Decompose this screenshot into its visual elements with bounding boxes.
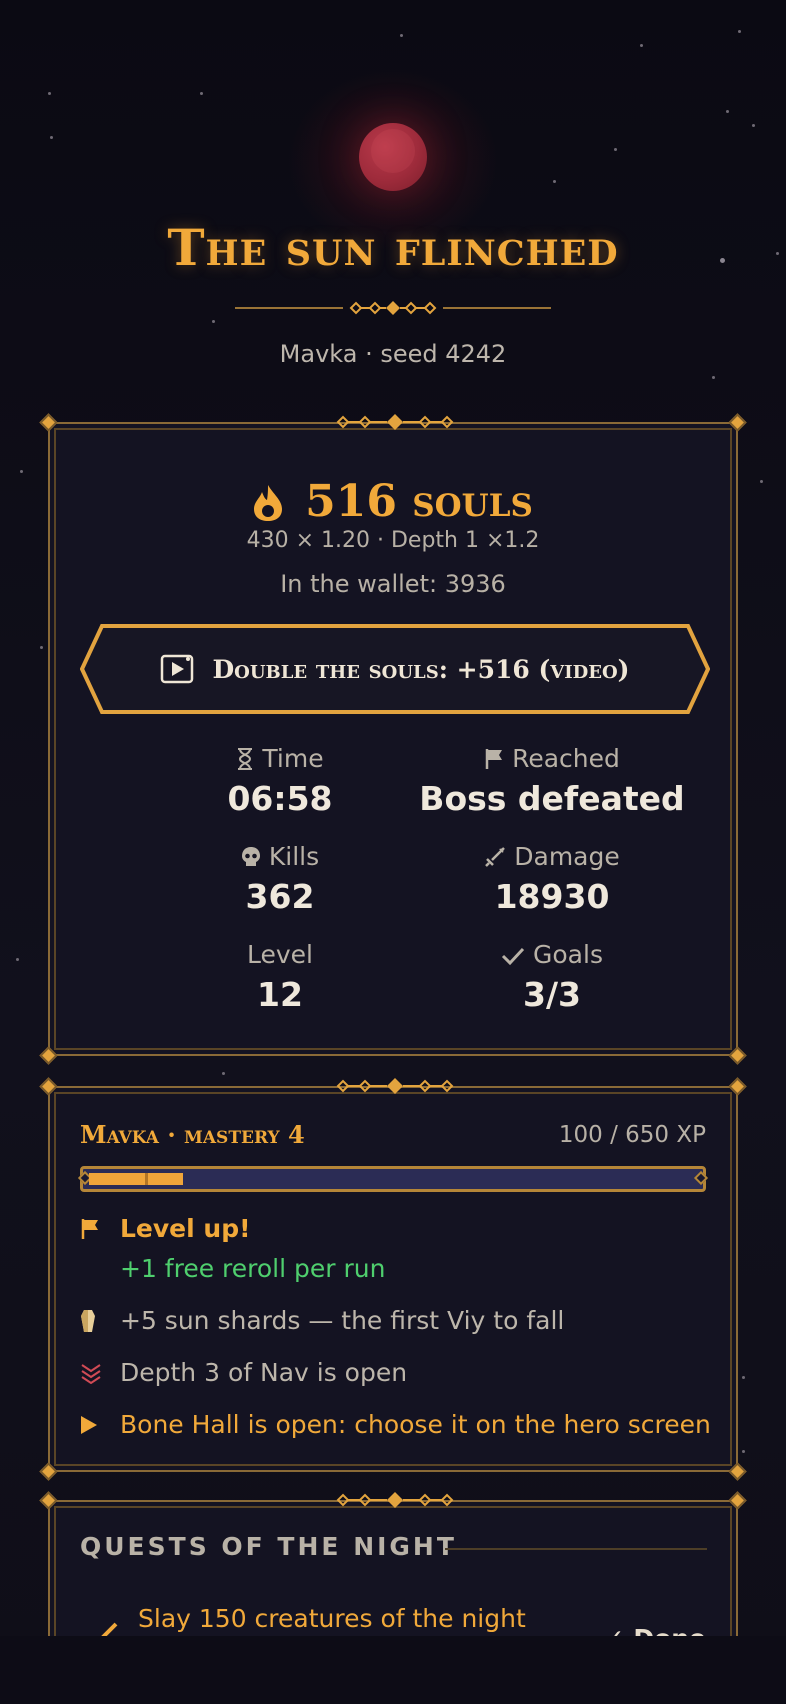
stat-reached: Reached Boss defeated <box>402 744 702 818</box>
panel-ornament <box>336 1078 454 1094</box>
panel-ornament <box>336 1492 454 1508</box>
check-icon <box>501 947 525 966</box>
stat-time: Time 06:58 <box>130 744 430 818</box>
reward-bone-hall: Bone Hall is open: choose it on the hero… <box>80 1410 711 1439</box>
wallet-balance: In the wallet: 3936 <box>280 570 506 598</box>
double-souls-button[interactable]: Double the souls: +516 (video) <box>80 624 710 714</box>
stat-damage: Damage 18930 <box>402 842 702 916</box>
souls-multiplier-detail: 430 × 1.20 · Depth 1 ×1.2 <box>246 528 540 553</box>
reward-sun-shards: +5 sun shards — the first Viy to fall <box>80 1306 564 1335</box>
reward-free-reroll: +1 free reroll per run <box>120 1254 386 1283</box>
sun-shard-icon <box>81 1309 95 1332</box>
quest-item-label: Slay 150 creatures of the night <box>138 1604 526 1633</box>
blood-moon <box>359 123 427 191</box>
quests-title: QUESTS OF THE NIGHT <box>80 1532 457 1561</box>
ornament-divider <box>235 301 551 315</box>
mastery-panel: Mavka · mastery 4 100 / 650 XP Level up!… <box>39 1077 747 1481</box>
reward-level-up: Level up! <box>80 1214 251 1243</box>
bottom-bar <box>0 1636 786 1704</box>
stat-kills: Kills 362 <box>130 842 430 916</box>
hero-seed-label: Mavka · seed 4242 <box>279 340 507 368</box>
flag-icon <box>81 1218 98 1239</box>
skull-icon <box>241 847 260 866</box>
mastery-title: Mavka · mastery 4 <box>80 1120 305 1149</box>
stat-kills-value: 362 <box>245 877 315 916</box>
souls-amount: 516 souls <box>305 476 533 527</box>
results-panel: 516 souls 430 × 1.20 · Depth 1 ×1.2 In t… <box>39 413 747 1065</box>
quests-title-rule <box>445 1548 707 1550</box>
stat-damage-value: 18930 <box>494 877 610 916</box>
sword-icon <box>485 847 506 867</box>
flag-icon <box>485 749 503 769</box>
stat-goals: Goals 3/3 <box>402 940 702 1014</box>
video-play-icon <box>160 654 194 684</box>
stat-reached-value: Boss defeated <box>419 779 685 818</box>
double-souls-label: Double the souls: +516 (video) <box>212 654 630 684</box>
stat-goals-value: 3/3 <box>523 975 581 1014</box>
hourglass-icon <box>238 748 253 770</box>
mastery-xp-fill <box>89 1173 183 1185</box>
souls-earned: 516 souls <box>50 476 736 527</box>
reward-depth: Depth 3 of Nav is open <box>80 1358 407 1387</box>
mastery-xp-text: 100 / 650 XP <box>558 1122 706 1148</box>
stat-level: Level 12 <box>130 940 430 1014</box>
panel-ornament <box>336 414 454 430</box>
chevrons-down-icon <box>81 1363 101 1384</box>
stat-time-value: 06:58 <box>227 779 333 818</box>
soul-flame-icon <box>254 485 283 521</box>
stat-level-value: 12 <box>257 975 303 1014</box>
play-triangle-icon <box>81 1415 97 1434</box>
mastery-xp-bar <box>77 1166 709 1192</box>
page-title: The sun flinched <box>167 218 619 277</box>
